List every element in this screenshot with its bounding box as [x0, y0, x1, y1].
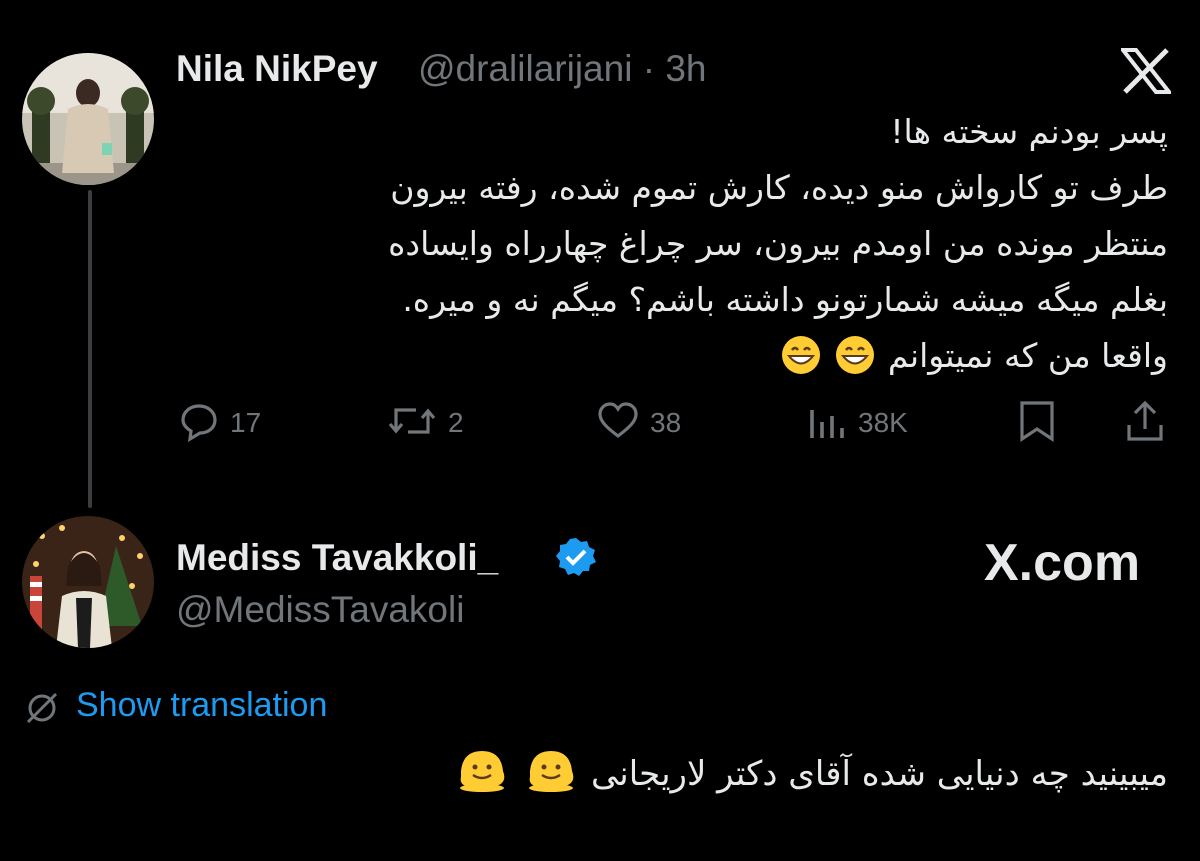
author-name-2[interactable]: Mediss Tavakkoli_ — [176, 537, 498, 579]
xcom-watermark: X.com — [984, 534, 1141, 592]
repost-count: 2 — [448, 407, 464, 438]
melting-emoji — [455, 747, 509, 810]
tweet-line: منتظر مونده من اومدم بیرون، سر چراغ چهار… — [388, 224, 1168, 263]
views-button[interactable]: 38K — [806, 400, 908, 446]
thread-connector — [88, 190, 92, 508]
repost-button[interactable]: 2 — [386, 400, 464, 446]
tweet-line-text: واقعا من که نمیتوانم — [887, 336, 1168, 375]
avatar-nila[interactable] — [22, 53, 154, 185]
x-logo-icon[interactable] — [1118, 48, 1174, 94]
views-icon — [806, 400, 848, 447]
tweet-line: بغلم میگه میشه شمارتونو داشته باشم؟ میگم… — [402, 280, 1168, 319]
tweet-line-last: واقعا من که نمیتوانم — [176, 328, 1168, 392]
tweet-line: پسر بودنم سخته ها! — [890, 112, 1168, 151]
like-count: 38 — [650, 407, 682, 438]
time-separator: · — [642, 48, 656, 89]
bookmark-icon — [1016, 399, 1058, 448]
tweet-time[interactable]: 3h — [665, 48, 706, 89]
author-name[interactable]: Nila NikPey — [176, 48, 378, 90]
show-translation-link[interactable]: Show translation — [76, 686, 327, 725]
verified-badge-icon — [555, 536, 597, 578]
reply-count: 17 — [230, 407, 262, 438]
like-icon — [596, 400, 640, 447]
tweet-body: پسر بودنم سخته ها! طرف تو کارواش منو دید… — [176, 104, 1168, 392]
handle-text[interactable]: @dralilarijani — [418, 48, 632, 89]
bookmark-button[interactable] — [1016, 400, 1058, 446]
reply-icon — [178, 400, 220, 447]
like-button[interactable]: 38 — [596, 400, 681, 446]
grinning-emoji — [781, 335, 821, 392]
melting-emoji — [524, 747, 578, 810]
repost-icon — [386, 400, 438, 447]
reply-button[interactable]: 17 — [178, 400, 261, 446]
views-count: 38K — [858, 407, 908, 438]
globe-off-icon — [24, 690, 60, 726]
share-button[interactable] — [1124, 400, 1166, 446]
grinning-emoji — [835, 335, 875, 392]
tweet-body-2: میبینید چه دنیایی شده آقای دکتر لاریجانی — [176, 746, 1168, 810]
avatar-mediss[interactable] — [22, 516, 154, 648]
share-icon — [1124, 399, 1166, 448]
author-handle[interactable]: @dralilarijani · 3h — [418, 48, 706, 90]
author-handle-2[interactable]: @MedissTavakoli — [176, 589, 464, 631]
tweet-text-2: میبینید چه دنیایی شده آقای دکتر لاریجانی — [590, 754, 1168, 794]
tweet-line: طرف تو کارواش منو دیده، کارش تموم شده، ر… — [390, 168, 1168, 207]
